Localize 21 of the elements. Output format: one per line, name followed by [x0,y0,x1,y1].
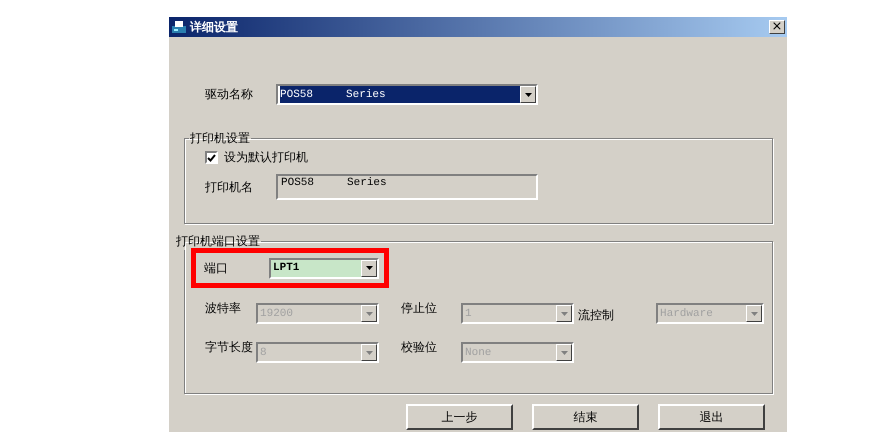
dropdown-field[interactable]: POS58 Series [276,84,538,105]
window-title: 详细设置 [190,18,239,36]
printer-icon [171,19,187,35]
group-title: 打印机端口设置 [175,233,261,250]
dialog-button[interactable]: 结束 [532,404,639,430]
setting-label: 校验位 [401,339,438,356]
setting-label: 流控制 [578,307,615,324]
printer-name-label: 打印机名 [205,178,254,196]
dialog-button[interactable]: 上一步 [406,404,513,430]
group-title: 打印机设置 [189,130,251,147]
port-label: 端口 [204,260,229,276]
dialog-button[interactable]: 退出 [658,404,765,430]
checkbox[interactable] [205,151,218,164]
setting-label: 波特率 [205,300,242,317]
setting-label: 字节长度 [205,339,254,356]
printer-name-field[interactable]: POS58 Series [276,174,538,200]
driver-label: 驱动名称 [205,86,254,103]
setting-label: 停止位 [401,300,438,317]
dropdown-field[interactable]: LPT1 [269,258,379,278]
close-button[interactable]: × [769,20,785,34]
checkbox-label: 设为默认打印机 [224,149,308,166]
